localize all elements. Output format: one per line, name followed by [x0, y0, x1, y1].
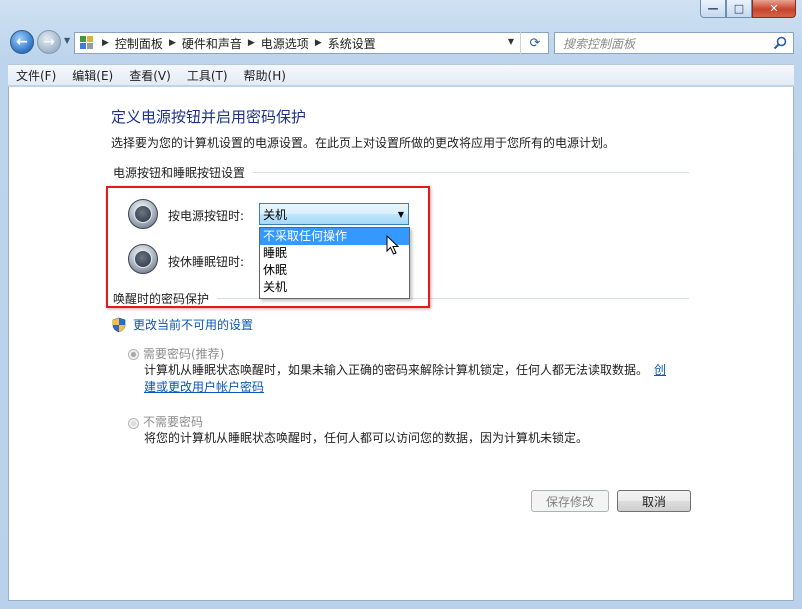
breadcrumb-system-settings[interactable]: 系统设置	[328, 35, 376, 52]
refresh-button[interactable]: ⟳	[520, 32, 549, 54]
navigation-bar: ← → ▼ ▶ 控制面板 ▶ 硬件和声音 ▶ 电源选项 ▶ 系统设置 ▼ ⟳ 搜…	[8, 28, 794, 60]
back-button[interactable]: ←	[10, 30, 34, 54]
save-changes-button[interactable]: 保存修改	[531, 490, 609, 512]
uac-shield-icon	[112, 317, 126, 332]
power-buttons-section-label: 电源按钮和睡眠按钮设置	[113, 165, 246, 180]
breadcrumb-separator[interactable]: ▶	[248, 38, 255, 48]
no-password-label: 不需要密码	[143, 415, 204, 429]
maximize-button[interactable]: □	[726, 0, 752, 18]
require-password-description: 计算机从睡眠状态唤醒时，如果未输入正确的密码来解除计算机锁定，任何人都无法读取数…	[144, 362, 704, 396]
menu-help[interactable]: 帮助(H)	[236, 67, 294, 84]
search-input[interactable]: 搜索控制面板	[554, 32, 794, 54]
back-arrow-icon: ←	[16, 34, 28, 50]
no-password-radio[interactable]	[128, 418, 139, 429]
breadcrumb-separator[interactable]: ▶	[102, 38, 109, 48]
search-icon[interactable]	[773, 36, 787, 50]
highlight-annotation-box	[106, 186, 430, 308]
minimize-button[interactable]: —	[700, 0, 726, 18]
address-history-dropdown[interactable]: ▼	[508, 37, 514, 46]
breadcrumb-power-options[interactable]: 电源选项	[261, 35, 309, 52]
refresh-icon: ⟳	[529, 35, 541, 51]
breadcrumb-control-panel[interactable]: 控制面板	[115, 35, 163, 52]
create-password-link-continued[interactable]: 建或更改用户帐户密码	[144, 380, 264, 394]
forward-arrow-icon: →	[43, 34, 55, 50]
no-password-description: 将您的计算机从睡眠状态唤醒时，任何人都可以访问您的数据，因为计算机未锁定。	[144, 431, 589, 445]
cancel-button[interactable]: 取消	[617, 490, 691, 512]
page-description: 选择要为您的计算机设置的电源设置。在此页上对设置所做的更改将应用于您所有的电源计…	[111, 136, 616, 150]
menu-view[interactable]: 查看(V)	[121, 67, 179, 84]
breadcrumb-separator[interactable]: ▶	[169, 38, 176, 48]
require-password-desc-text: 计算机从睡眠状态唤醒时，如果未输入正确的密码来解除计算机锁定，任何人都无法读取数…	[144, 363, 649, 377]
recent-pages-dropdown[interactable]: ▼	[64, 36, 70, 45]
control-panel-window: — □ ✕ ← → ▼ ▶ 控制面板 ▶ 硬件和声音 ▶ 电源选项 ▶ 系统设置	[0, 0, 802, 609]
menu-bar: 文件(F) 编辑(E) 查看(V) 工具(T) 帮助(H)	[8, 64, 794, 86]
search-placeholder: 搜索控制面板	[563, 36, 636, 51]
address-bar[interactable]: ▶ 控制面板 ▶ 硬件和声音 ▶ 电源选项 ▶ 系统设置 ▼	[74, 32, 549, 54]
menu-edit[interactable]: 编辑(E)	[64, 67, 121, 84]
section-divider	[253, 171, 689, 173]
create-password-link[interactable]: 创	[654, 363, 666, 377]
require-password-radio[interactable]	[128, 349, 139, 360]
require-password-label: 需要密码(推荐)	[143, 347, 225, 361]
forward-button[interactable]: →	[37, 30, 61, 54]
menu-file[interactable]: 文件(F)	[8, 67, 64, 84]
control-panel-icon	[80, 36, 96, 50]
power-buttons-section-header: 电源按钮和睡眠按钮设置	[113, 165, 689, 180]
change-unavailable-settings-text[interactable]: 更改当前不可用的设置	[133, 316, 253, 333]
close-button[interactable]: ✕	[752, 0, 796, 18]
menu-tools[interactable]: 工具(T)	[179, 67, 236, 84]
content-pane: 定义电源按钮并启用密码保护 选择要为您的计算机设置的电源设置。在此页上对设置所做…	[8, 87, 794, 601]
breadcrumb-hardware-sound[interactable]: 硬件和声音	[182, 35, 242, 52]
change-unavailable-settings-link[interactable]: 更改当前不可用的设置	[111, 316, 253, 333]
breadcrumb-separator[interactable]: ▶	[315, 38, 322, 48]
caption-buttons: — □ ✕	[700, 0, 796, 20]
page-title: 定义电源按钮并启用密码保护	[111, 108, 307, 126]
